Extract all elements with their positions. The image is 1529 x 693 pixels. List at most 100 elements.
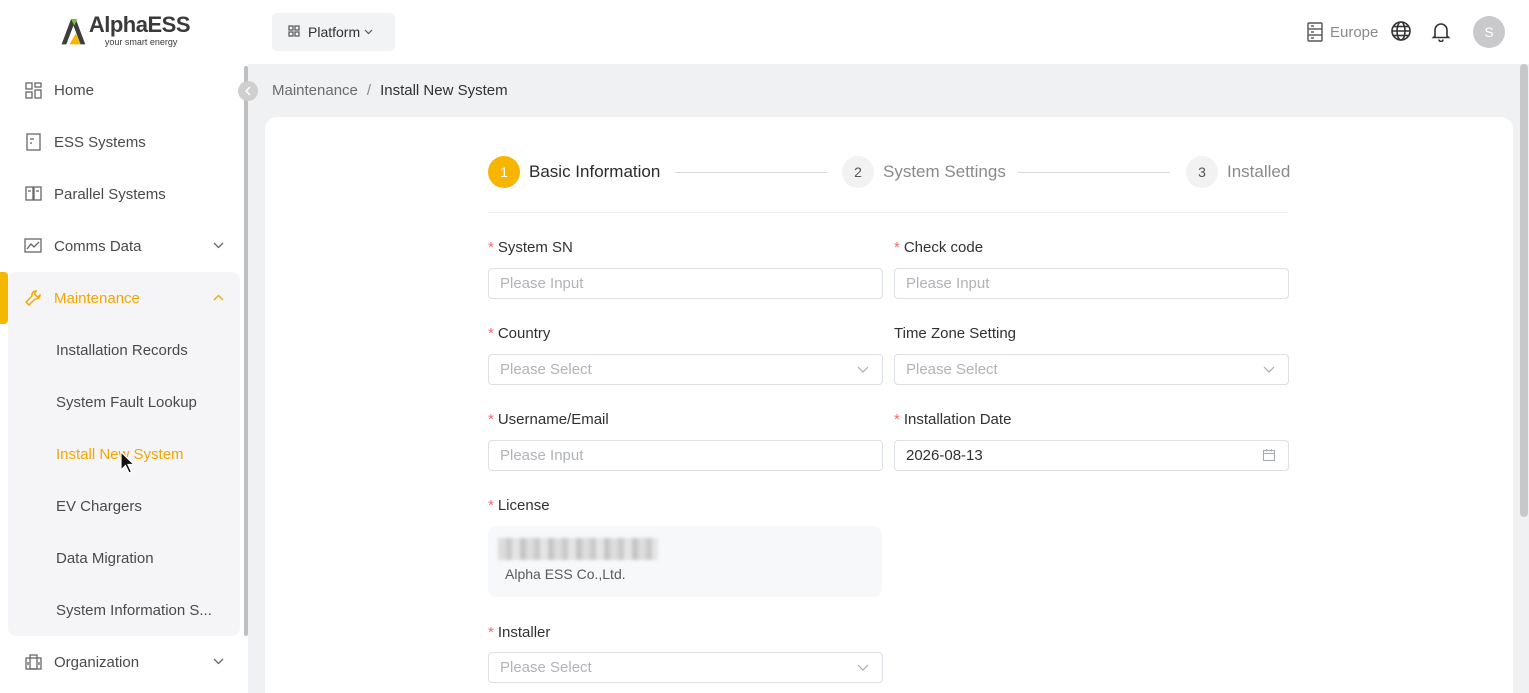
sidebar-item-label: Parallel Systems [54, 185, 166, 203]
chart-icon [24, 237, 42, 255]
calendar-icon [1262, 449, 1276, 462]
username-email-input[interactable]: Please Input [488, 440, 883, 471]
main-scrollbar[interactable] [1520, 64, 1528, 517]
time-zone-select[interactable]: Please Select [894, 354, 1289, 385]
sidebar-subitem-system-information[interactable]: System Information S... [56, 584, 236, 636]
country-select[interactable]: Please Select [488, 354, 883, 385]
globe-icon[interactable] [1390, 20, 1412, 42]
sidebar-item-ess-systems[interactable]: ESS Systems [0, 116, 240, 168]
license-label: * License [488, 497, 550, 514]
sidebar-item-home[interactable]: Home [0, 64, 240, 116]
sidebar-subitem-install-new-system[interactable]: Install New System [56, 428, 236, 480]
required-mark: * [488, 624, 494, 641]
install-steps: 1 Basic Information 2 System Settings 3 … [488, 155, 1290, 189]
chevron-left-icon [244, 86, 251, 96]
step-system-settings: 2 System Settings [842, 155, 1006, 189]
breadcrumb-current: Install New System [380, 82, 508, 99]
installer-label-text: Installer [497, 624, 551, 641]
installer-label: * Installer [488, 624, 550, 641]
breadcrumb: Maintenance / Install New System [272, 82, 508, 99]
chevron-down-icon [213, 238, 224, 252]
sidebar-item-label: Organization [54, 653, 140, 671]
logo-tagline: your smart energy [104, 37, 178, 47]
required-mark: * [488, 325, 494, 342]
sidebar: AlphaESS your smart energy Home ESS Syst… [0, 0, 248, 693]
platform-label: Platform [308, 24, 361, 40]
time-zone-label: Time Zone Setting [894, 325, 1016, 342]
wrench-icon [24, 289, 42, 307]
required-mark: * [488, 411, 494, 428]
username-placeholder: Please Input [500, 447, 584, 464]
system-sn-label: * System SN [488, 239, 573, 256]
step-label: Basic Information [529, 162, 661, 181]
chevron-down-icon [857, 366, 869, 373]
step-connector [1018, 172, 1170, 173]
installation-date-label: * Installation Date [894, 411, 1011, 428]
bell-icon[interactable] [1430, 20, 1452, 42]
required-mark: * [894, 411, 900, 428]
chevron-up-icon [213, 290, 224, 304]
check-code-label: * Check code [894, 239, 983, 256]
installer-select[interactable]: Please Select [488, 652, 883, 683]
document-icon [24, 133, 42, 151]
username-label-text: Username/Email [497, 411, 609, 428]
chevron-down-icon [364, 27, 373, 38]
required-mark: * [488, 497, 494, 514]
sidebar-item-label: ESS Systems [54, 133, 146, 151]
region-selector[interactable]: Europe [1306, 22, 1378, 42]
step-number: 1 [488, 156, 520, 188]
platform-dropdown[interactable]: Platform [272, 13, 395, 51]
sidebar-subitem-system-fault-lookup[interactable]: System Fault Lookup [56, 376, 236, 428]
time-zone-placeholder: Please Select [906, 361, 998, 378]
step-number: 2 [842, 156, 874, 188]
divider [488, 212, 1288, 213]
installation-date-label-text: Installation Date [903, 411, 1012, 428]
sidebar-subitem-data-migration[interactable]: Data Migration [56, 532, 236, 584]
form-card [265, 117, 1513, 693]
logo-brand-text: AlphaESS [88, 12, 191, 37]
breadcrumb-maintenance[interactable]: Maintenance [272, 82, 358, 99]
sidebar-subitem-installation-records[interactable]: Installation Records [56, 324, 236, 376]
sidebar-item-organization[interactable]: Organization [0, 636, 240, 688]
breadcrumb-separator: / [366, 82, 372, 99]
username-label: * Username/Email [488, 411, 609, 428]
dashboard-icon [24, 81, 42, 99]
check-code-input[interactable]: Please Input [894, 268, 1289, 299]
check-code-label-text: Check code [903, 239, 984, 256]
alphaess-logo[interactable]: AlphaESS your smart energy [60, 12, 191, 52]
step-number: 3 [1186, 156, 1218, 188]
license-label-text: License [497, 497, 550, 514]
grid-icon [288, 24, 300, 40]
installer-placeholder: Please Select [500, 659, 592, 676]
sidebar-item-maintenance[interactable]: Maintenance [0, 272, 240, 324]
step-label: Installed [1227, 162, 1291, 181]
country-label: * Country [488, 325, 550, 342]
sidebar-item-parallel-systems[interactable]: Parallel Systems [0, 168, 240, 220]
system-sn-label-text: System SN [497, 239, 573, 256]
building-icon [24, 653, 42, 671]
sidebar-subitem-ev-chargers[interactable]: EV Chargers [56, 480, 236, 532]
chevron-down-icon [857, 664, 869, 671]
sidebar-item-label: Home [54, 81, 95, 99]
sidebar-scrollbar[interactable] [244, 66, 248, 636]
required-mark: * [894, 239, 900, 256]
chevron-down-icon [213, 654, 224, 668]
mouse-cursor-icon [120, 451, 136, 474]
installation-date-value: 2026-08-13 [906, 447, 983, 464]
system-sn-input[interactable]: Please Input [488, 268, 883, 299]
country-label-text: Country [497, 325, 551, 342]
user-avatar[interactable]: S [1473, 16, 1505, 48]
installation-date-picker[interactable]: 2026-08-13 [894, 440, 1289, 471]
required-mark: * [488, 239, 494, 256]
top-bar: Platform Europe S [248, 0, 1529, 64]
step-installed: 3 Installed [1186, 155, 1290, 189]
collapse-sidebar-button[interactable] [238, 81, 258, 101]
sidebar-item-comms-data[interactable]: Comms Data [0, 220, 240, 272]
step-basic-information: 1 Basic Information [488, 155, 660, 189]
step-connector [675, 172, 827, 173]
region-label: Europe [1330, 23, 1379, 41]
book-icon [24, 185, 42, 203]
license-box [488, 526, 882, 597]
license-redacted [498, 538, 658, 560]
sidebar-item-label: Comms Data [54, 237, 142, 255]
